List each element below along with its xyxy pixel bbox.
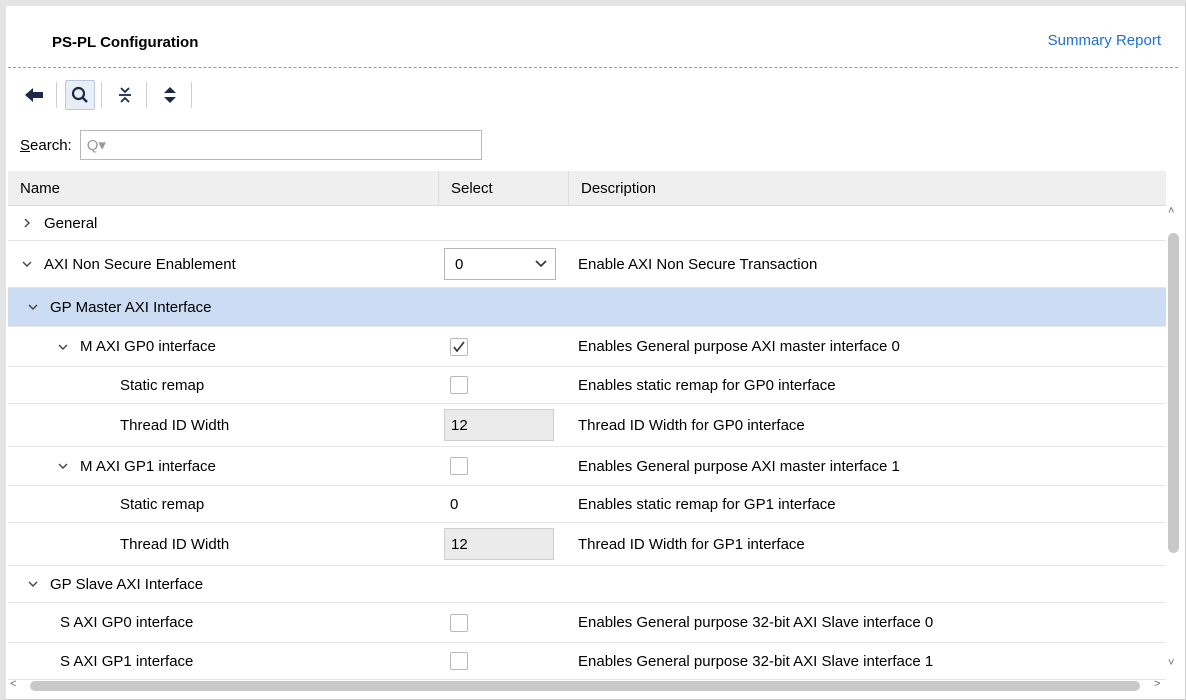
gp0-static-remap-checkbox[interactable] — [450, 376, 468, 394]
summary-report-link[interactable]: Summary Report — [1048, 32, 1161, 49]
table-row[interactable]: GP Slave AXI Interface — [8, 566, 1166, 603]
scroll-up-icon[interactable]: ˄ — [1168, 205, 1174, 217]
search-input[interactable]: Q▾ — [79, 130, 482, 160]
toolbar-separator — [146, 82, 147, 108]
horizontal-scroll-thumb[interactable] — [30, 681, 1140, 691]
collapse-all-button[interactable] — [110, 80, 140, 110]
chevron-right-icon[interactable] — [18, 217, 36, 229]
non-secure-select[interactable]: 0 — [444, 248, 556, 280]
table-row[interactable]: AXI Non Secure Enablement 0 Enable AXI N… — [8, 241, 1166, 288]
chevron-down-icon[interactable] — [24, 580, 42, 588]
row-name: Thread ID Width — [120, 416, 230, 434]
back-button[interactable] — [20, 80, 50, 110]
expand-all-button[interactable] — [155, 80, 185, 110]
gp1-thread-id-width-field[interactable]: 12 — [444, 528, 554, 560]
row-name: Thread ID Width — [120, 535, 230, 553]
table-row[interactable]: Static remap Enables static remap for GP… — [8, 367, 1166, 404]
scroll-down-icon[interactable]: ˅ — [1168, 657, 1174, 669]
toolbar-separator — [101, 82, 102, 108]
row-name: Static remap — [120, 495, 205, 513]
gp0-thread-id-width-field[interactable]: 12 — [444, 409, 554, 441]
table-row[interactable]: Static remap 0 Enables static remap for … — [8, 486, 1166, 523]
toolbar — [20, 78, 200, 112]
checkmark-icon — [453, 341, 465, 352]
table-row-selected[interactable]: GP Master AXI Interface — [8, 288, 1166, 327]
expand-all-icon — [164, 87, 176, 103]
row-description: Enables General purpose AXI master inter… — [578, 338, 900, 355]
divider — [8, 67, 1178, 68]
table-row[interactable]: General — [8, 206, 1166, 241]
field-value: 12 — [451, 535, 468, 553]
column-header-select[interactable]: Select — [438, 171, 568, 205]
gp0-master-checkbox[interactable] — [450, 337, 468, 356]
gp1-static-remap-value[interactable]: 0 — [450, 496, 458, 513]
row-description: Enable AXI Non Secure Transaction — [578, 255, 818, 273]
row-name: General — [44, 214, 98, 232]
table-row[interactable]: Thread ID Width 12 Thread ID Width for G… — [8, 404, 1166, 447]
row-description: Enables General purpose 32-bit AXI Slave… — [578, 614, 934, 631]
row-description: Thread ID Width for GP1 interface — [578, 535, 805, 553]
field-value: 12 — [451, 416, 468, 434]
row-description: Thread ID Width for GP0 interface — [578, 416, 805, 434]
row-name: M AXI GP0 interface — [80, 338, 216, 355]
config-table: Name Select Description General AXI Non … — [8, 171, 1166, 680]
back-arrow-icon — [25, 88, 43, 102]
search-row: Search: Q▾ — [20, 130, 482, 160]
chevron-down-icon[interactable] — [18, 260, 36, 268]
page-title: PS-PL Configuration — [52, 34, 199, 51]
search-icon — [71, 86, 88, 103]
table-row[interactable]: Thread ID Width 12 Thread ID Width for G… — [8, 523, 1166, 566]
chevron-down-icon[interactable] — [24, 303, 42, 311]
row-name: M AXI GP1 interface — [80, 457, 216, 475]
table-row[interactable]: S AXI GP1 interface Enables General purp… — [8, 643, 1166, 680]
row-name: GP Slave AXI Interface — [50, 575, 204, 593]
chevron-down-icon[interactable] — [54, 462, 72, 470]
column-header-description[interactable]: Description — [568, 171, 1166, 205]
search-toggle-button[interactable] — [65, 80, 95, 110]
gp1-master-checkbox[interactable] — [450, 457, 468, 475]
row-name: GP Master AXI Interface — [50, 298, 212, 316]
table-header: Name Select Description — [8, 171, 1166, 206]
table-row[interactable]: S AXI GP0 interface Enables General purp… — [8, 603, 1166, 643]
row-name: S AXI GP0 interface — [60, 614, 194, 631]
row-description: Enables General purpose 32-bit AXI Slave… — [578, 652, 934, 670]
scroll-left-icon[interactable]: < — [10, 678, 16, 690]
chevron-down-icon — [535, 260, 547, 268]
search-label: Search: — [20, 136, 72, 154]
row-name: AXI Non Secure Enablement — [44, 255, 236, 273]
row-description: Enables static remap for GP1 interface — [578, 495, 836, 513]
row-name: S AXI GP1 interface — [60, 652, 194, 670]
row-description: Enables static remap for GP0 interface — [578, 376, 836, 394]
search-placeholder: Q▾ — [86, 137, 106, 154]
toolbar-separator — [191, 82, 192, 108]
table-row[interactable]: M AXI GP1 interface Enables General purp… — [8, 447, 1166, 486]
toolbar-separator — [56, 82, 57, 108]
s-axi-gp0-checkbox[interactable] — [450, 613, 468, 632]
row-name: Static remap — [120, 376, 205, 394]
collapse-all-icon — [119, 87, 131, 103]
chevron-down-icon[interactable] — [54, 343, 72, 351]
row-description: Enables General purpose AXI master inter… — [578, 457, 900, 475]
table-row[interactable]: M AXI GP0 interface Enables General purp… — [8, 327, 1166, 367]
vertical-scrollbar[interactable]: ˄ ˅ — [1166, 205, 1180, 675]
select-value: 0 — [455, 255, 464, 273]
s-axi-gp1-checkbox[interactable] — [450, 652, 468, 670]
horizontal-scrollbar[interactable]: < > — [8, 678, 1166, 693]
vertical-scroll-thumb[interactable] — [1168, 233, 1179, 553]
column-header-name[interactable]: Name — [8, 171, 438, 205]
scroll-right-icon[interactable]: > — [1154, 678, 1160, 690]
